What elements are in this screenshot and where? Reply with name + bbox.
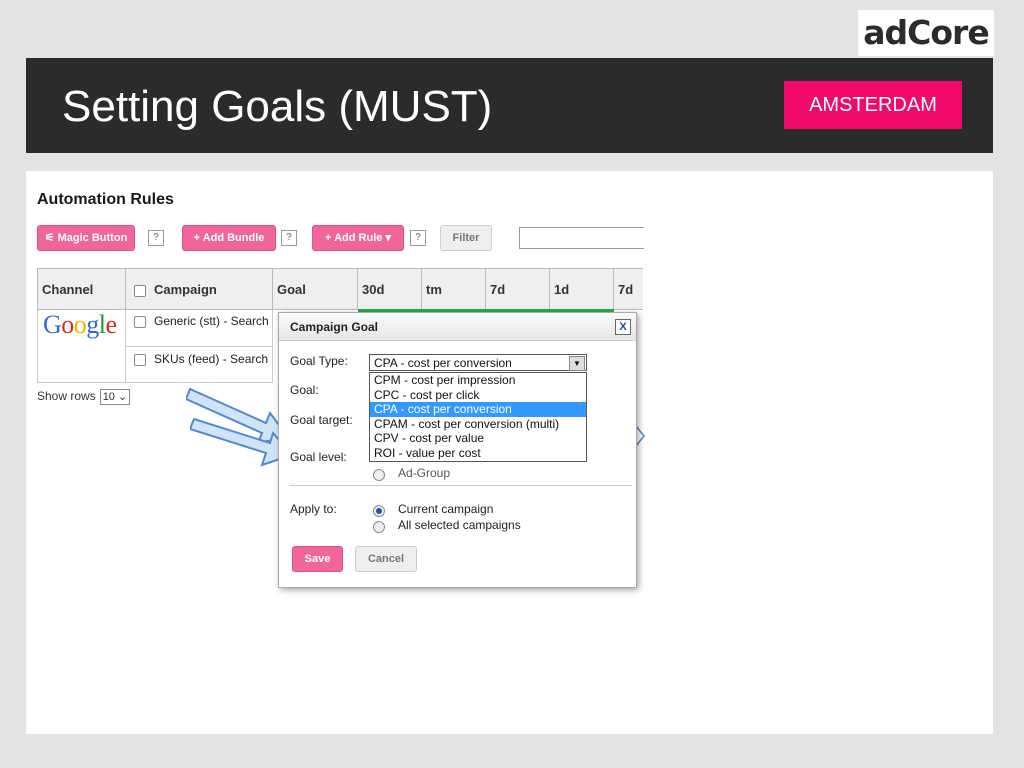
- column-header-7d[interactable]: 7d: [486, 268, 550, 310]
- current-campaign-radio[interactable]: [373, 505, 385, 517]
- close-icon[interactable]: X: [615, 319, 631, 335]
- channel-cell: Google: [37, 310, 126, 383]
- caret-down-icon[interactable]: ▼: [569, 356, 585, 371]
- column-header-7d-b[interactable]: 7d: [614, 268, 643, 310]
- help-icon[interactable]: ?: [281, 230, 297, 246]
- show-rows-control: Show rows 10 ⌄: [37, 389, 131, 405]
- add-bundle-button[interactable]: + Add Bundle: [182, 225, 276, 251]
- wand-icon: ⚟: [44, 232, 55, 244]
- goal-type-options-list: CPM - cost per impression CPC - cost per…: [369, 372, 587, 462]
- adcore-logo: adCore: [858, 10, 994, 56]
- column-header-campaign[interactable]: Campaign: [126, 268, 273, 310]
- row-checkbox[interactable]: [134, 353, 146, 366]
- column-header-30d[interactable]: 30d: [358, 268, 422, 310]
- goal-type-option[interactable]: ROI - value per cost: [370, 446, 586, 461]
- divider: [289, 485, 632, 486]
- column-header-tm[interactable]: tm: [422, 268, 486, 310]
- campaign-goal-dialog: Campaign Goal X Goal Type: CPA - cost pe…: [278, 312, 637, 588]
- screenshot-panel: Automation Rules ⚟ Magic Button ? + Add …: [26, 171, 993, 734]
- ad-group-radio[interactable]: [373, 469, 385, 481]
- goal-type-option[interactable]: CPC - cost per click: [370, 388, 586, 403]
- rows-per-page-select[interactable]: 10 ⌄: [99, 389, 131, 405]
- help-icon[interactable]: ?: [148, 230, 164, 246]
- caret-down-icon: ▾: [385, 232, 391, 244]
- slide-title: Setting Goals (MUST): [62, 82, 493, 131]
- ad-group-label: Ad-Group: [398, 466, 451, 480]
- goal-type-option[interactable]: CPV - cost per value: [370, 431, 586, 446]
- goal-type-option[interactable]: CPAM - cost per conversion (multi): [370, 417, 586, 432]
- goal-type-option[interactable]: CPA - cost per conversion: [370, 402, 586, 417]
- cancel-button[interactable]: Cancel: [355, 546, 417, 572]
- goal-type-label: Goal Type:: [290, 354, 348, 368]
- chevron-down-icon: ⌄: [118, 391, 128, 403]
- city-badge: AMSTERDAM: [784, 81, 962, 129]
- select-all-checkbox[interactable]: [134, 284, 146, 297]
- all-campaigns-radio[interactable]: [373, 521, 385, 533]
- goal-level-label: Goal level:: [290, 450, 347, 464]
- goal-type-option[interactable]: CPM - cost per impression: [370, 373, 586, 388]
- goal-target-label: Goal target:: [290, 413, 353, 427]
- current-campaign-label: Current campaign: [398, 502, 494, 516]
- slide-header: Setting Goals (MUST) AMSTERDAM: [26, 58, 993, 153]
- magic-button[interactable]: ⚟ Magic Button: [37, 225, 135, 251]
- help-icon[interactable]: ?: [410, 230, 426, 246]
- column-header-1d[interactable]: 1d: [550, 268, 614, 310]
- all-campaigns-label: All selected campaigns: [398, 518, 521, 532]
- row-checkbox[interactable]: [134, 315, 146, 328]
- goal-type-select[interactable]: CPA - cost per conversion ▼: [369, 354, 587, 371]
- apply-to-label: Apply to:: [290, 502, 337, 516]
- table-row[interactable]: Generic (stt) - Search: [126, 310, 273, 347]
- filter-button[interactable]: Filter: [440, 225, 492, 251]
- add-rule-button[interactable]: + Add Rule ▾: [312, 225, 404, 251]
- google-logo: Google: [43, 310, 117, 339]
- column-header-channel[interactable]: Channel: [37, 268, 126, 310]
- dialog-title: Campaign Goal: [279, 313, 636, 341]
- search-input[interactable]: [519, 227, 644, 249]
- save-button[interactable]: Save: [292, 546, 343, 572]
- section-title: Automation Rules: [37, 191, 174, 208]
- goal-label: Goal:: [290, 383, 319, 397]
- column-header-goal[interactable]: Goal: [273, 268, 358, 310]
